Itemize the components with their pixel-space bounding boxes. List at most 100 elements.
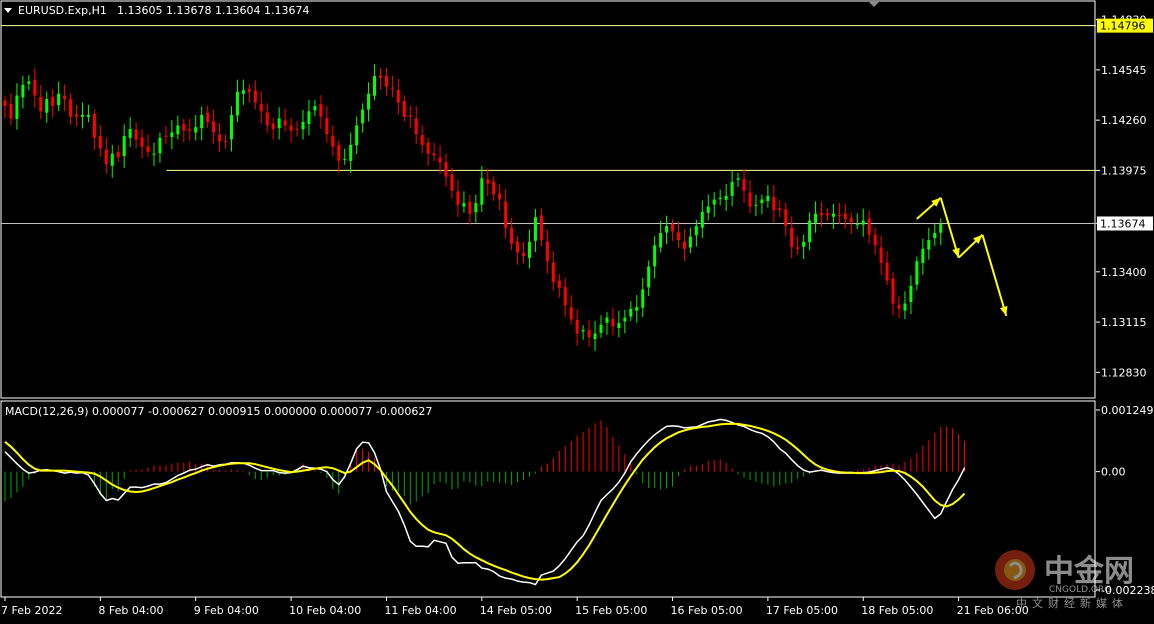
candle-body bbox=[617, 322, 621, 329]
candle-body bbox=[796, 247, 800, 249]
candle-body bbox=[820, 212, 824, 216]
candle-body bbox=[897, 304, 901, 309]
candle-body bbox=[27, 81, 31, 84]
candle-body bbox=[164, 135, 168, 137]
candle-body bbox=[563, 286, 567, 306]
candle-body bbox=[653, 245, 657, 267]
time-tick-label: 14 Feb 05:00 bbox=[480, 604, 552, 617]
candle-body bbox=[63, 95, 67, 99]
candle-body bbox=[909, 285, 913, 303]
candle-body bbox=[456, 191, 460, 205]
candle-body bbox=[229, 114, 233, 140]
candle-body bbox=[408, 115, 412, 117]
candle-body bbox=[593, 333, 597, 340]
candle-body bbox=[486, 179, 490, 184]
candle-body bbox=[45, 98, 49, 113]
candle-body bbox=[140, 137, 144, 147]
candle-body bbox=[754, 204, 758, 206]
macd-tick-label: 0.001249 bbox=[1101, 404, 1154, 417]
candle-body bbox=[271, 123, 275, 129]
candle-body bbox=[861, 220, 865, 225]
candle-body bbox=[438, 157, 442, 163]
candle-body bbox=[402, 100, 406, 117]
candle-body bbox=[355, 125, 359, 146]
watermark-cn-text: 中金网 bbox=[1044, 554, 1134, 589]
candle-body bbox=[659, 233, 663, 248]
candle-body bbox=[748, 192, 752, 207]
candle-body bbox=[200, 114, 204, 129]
time-tick-label: 15 Feb 05:00 bbox=[575, 604, 647, 617]
time-tick-label: 16 Feb 05:00 bbox=[671, 604, 743, 617]
candle-body bbox=[760, 199, 764, 204]
candle-body bbox=[569, 307, 573, 320]
candle-body bbox=[766, 195, 770, 202]
candle-body bbox=[736, 178, 740, 180]
candle-body bbox=[688, 236, 692, 248]
symbol-label: EURUSD.Exp,H1 bbox=[18, 4, 107, 17]
ohlc-label: 1.13605 1.13678 1.13604 1.13674 bbox=[117, 4, 309, 17]
time-tick-label: 17 Feb 05:00 bbox=[766, 604, 838, 617]
candle-body bbox=[319, 104, 323, 117]
candle-body bbox=[718, 197, 722, 200]
time-tick-label: 10 Feb 04:00 bbox=[289, 604, 361, 617]
candle-body bbox=[80, 114, 84, 117]
candle-body bbox=[235, 91, 239, 116]
candle-body bbox=[730, 181, 734, 196]
candle-body bbox=[849, 217, 853, 223]
candle-body bbox=[939, 224, 943, 233]
candle-body bbox=[825, 213, 829, 216]
candle-body bbox=[545, 241, 549, 262]
candle-body bbox=[706, 206, 710, 213]
candle-body bbox=[92, 114, 96, 138]
price-tick-label: 1.13975 bbox=[1101, 164, 1147, 177]
watermark-sub-text: 中文财经新媒体 bbox=[1016, 596, 1128, 610]
candle-body bbox=[307, 111, 311, 124]
candle-body bbox=[587, 330, 591, 338]
candle-body bbox=[3, 100, 7, 107]
candle-body bbox=[790, 228, 794, 248]
candle-body bbox=[283, 120, 287, 126]
candle-body bbox=[128, 128, 132, 138]
candle-body bbox=[420, 135, 424, 145]
watermark: 中金网 CNGOLD.ORG 中文财经新媒体 bbox=[995, 550, 1134, 610]
candle-body bbox=[879, 247, 883, 263]
candle-body bbox=[516, 241, 520, 253]
candle-body bbox=[605, 317, 609, 323]
candle-body bbox=[450, 174, 454, 191]
candle-body bbox=[104, 149, 108, 165]
candle-body bbox=[629, 308, 633, 317]
candle-body bbox=[808, 220, 812, 243]
candle-body bbox=[212, 121, 216, 133]
candle-body bbox=[772, 197, 776, 211]
price-label-text: 1.13674 bbox=[1100, 217, 1146, 230]
candle-body bbox=[146, 146, 150, 152]
candle-body bbox=[194, 127, 198, 133]
candle-body bbox=[51, 97, 55, 107]
watermark-en-text: CNGOLD.ORG bbox=[1049, 585, 1111, 595]
candle-body bbox=[384, 75, 388, 87]
candle-body bbox=[414, 118, 418, 135]
candle-body bbox=[444, 162, 448, 177]
candle-body bbox=[349, 144, 353, 161]
candle-body bbox=[301, 121, 305, 130]
candle-body bbox=[575, 319, 579, 334]
time-tick-label: 11 Feb 04:00 bbox=[384, 604, 456, 617]
chart-root[interactable]: 1.148301.145451.142601.139751.136751.134… bbox=[0, 0, 1154, 620]
candle-body bbox=[867, 218, 871, 235]
trading-chart-svg[interactable]: 1.148301.145451.142601.139751.136751.134… bbox=[0, 0, 1154, 620]
candle-body bbox=[843, 213, 847, 219]
candle-body bbox=[182, 124, 186, 131]
candle-body bbox=[224, 141, 228, 143]
candle-body bbox=[373, 76, 377, 96]
candle-body bbox=[98, 135, 102, 149]
candle-body bbox=[361, 109, 365, 124]
candle-body bbox=[700, 211, 704, 228]
candle-body bbox=[69, 99, 73, 117]
candle-body bbox=[33, 79, 37, 96]
candle-body bbox=[337, 144, 341, 161]
price-label-text: 1.14796 bbox=[1100, 20, 1146, 33]
candle-body bbox=[289, 125, 293, 131]
candle-body bbox=[116, 152, 120, 158]
candle-body bbox=[831, 213, 835, 217]
candle-body bbox=[903, 303, 907, 311]
